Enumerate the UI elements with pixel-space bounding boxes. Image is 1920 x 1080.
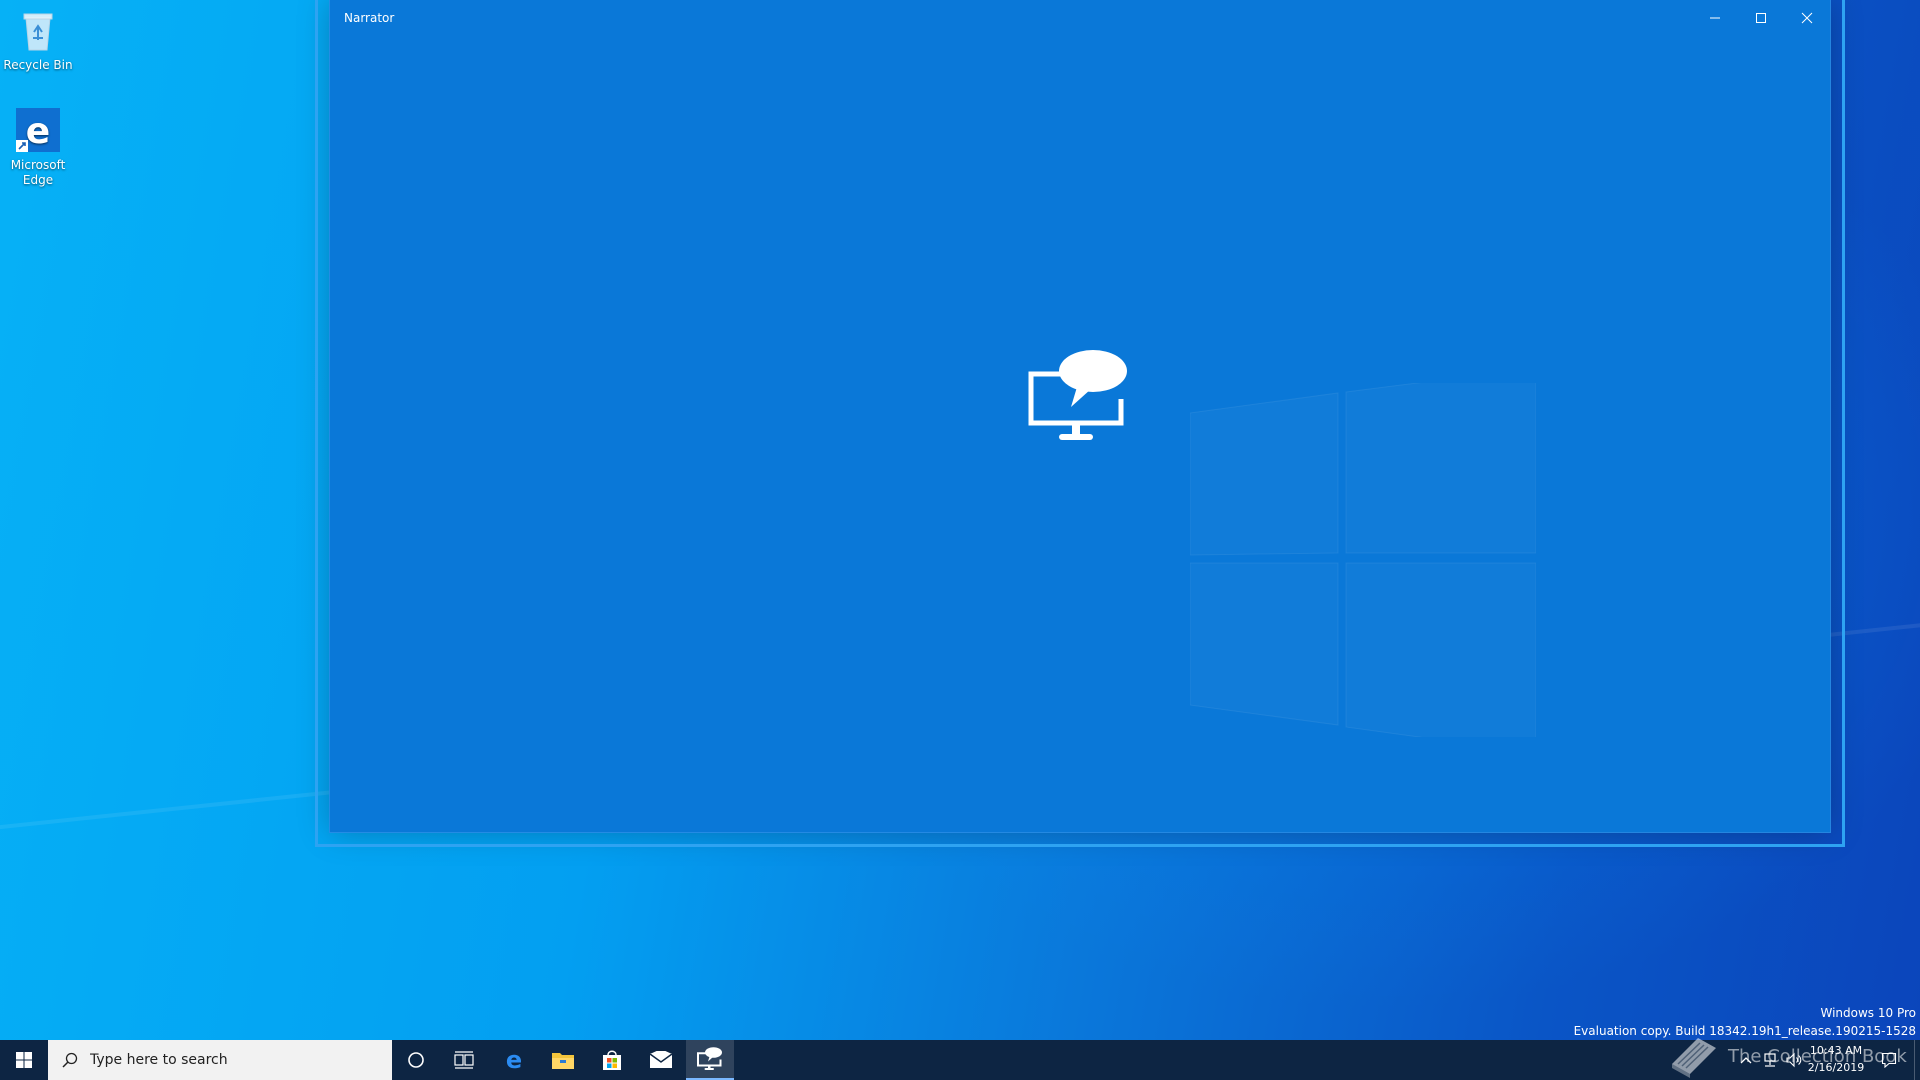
minimize-button[interactable] — [1692, 0, 1738, 36]
show-hidden-icons-button[interactable] — [1734, 1040, 1758, 1080]
windows-start-icon — [16, 1052, 32, 1068]
mail-icon — [649, 1051, 673, 1068]
taskbar-edge-button[interactable]: e — [490, 1040, 538, 1080]
maximize-icon — [1756, 13, 1766, 23]
file-explorer-icon — [552, 1053, 574, 1069]
close-icon — [1801, 12, 1813, 24]
narrator-icon — [1028, 350, 1127, 440]
os-edition-text: Windows 10 Pro — [1820, 1006, 1916, 1020]
start-button[interactable] — [0, 1040, 48, 1080]
build-info-text: Evaluation copy. Build 18342.19h1_releas… — [1573, 1024, 1916, 1038]
edge-icon: e — [14, 106, 62, 154]
task-view-icon — [454, 1051, 474, 1069]
task-view-button[interactable] — [440, 1040, 488, 1080]
desktop-icon-label: Microsoft Edge — [10, 158, 66, 187]
notifications-icon — [1881, 1052, 1897, 1068]
network-button[interactable] — [1758, 1040, 1782, 1080]
recycle-bin-icon — [14, 6, 62, 54]
desktop-icon-recycle-bin[interactable]: Recycle Bin — [0, 6, 76, 73]
taskbar-search-box[interactable] — [48, 1040, 392, 1080]
window-title: Narrator — [344, 11, 395, 25]
cortana-button[interactable] — [392, 1040, 440, 1080]
minimize-icon — [1710, 17, 1720, 19]
maximize-button[interactable] — [1738, 0, 1784, 36]
svg-text:e: e — [26, 111, 50, 152]
taskbar-file-explorer-button[interactable] — [539, 1040, 587, 1080]
desktop-icon-label: Recycle Bin — [3, 58, 73, 72]
chevron-up-icon — [1740, 1057, 1752, 1064]
show-desktop-button[interactable] — [1914, 1040, 1920, 1080]
desktop-icon-microsoft-edge[interactable]: e Microsoft Edge — [0, 106, 76, 188]
window-titlebar[interactable]: Narrator — [330, 0, 1830, 36]
taskbar-store-button[interactable] — [588, 1040, 636, 1080]
windows-logo-watermark — [1190, 383, 1536, 737]
network-icon — [1764, 1053, 1776, 1067]
action-center-button[interactable] — [1872, 1040, 1906, 1080]
taskbar-narrator-button[interactable] — [686, 1040, 734, 1080]
search-icon — [62, 1052, 78, 1068]
search-input[interactable] — [88, 1051, 362, 1069]
desktop: Recycle Bin e Microsoft Edge Narrator Wi… — [0, 0, 1920, 1040]
narrator-icon — [697, 1047, 722, 1070]
edge-icon: e — [506, 1048, 522, 1072]
taskbar: e — [0, 1040, 1920, 1080]
svg-text:e: e — [506, 1048, 522, 1072]
narrator-window[interactable]: Narrator — [315, 0, 1845, 847]
cortana-icon — [408, 1052, 424, 1068]
taskbar-mail-button[interactable] — [637, 1040, 685, 1080]
close-button[interactable] — [1784, 0, 1830, 36]
store-icon — [603, 1050, 621, 1070]
